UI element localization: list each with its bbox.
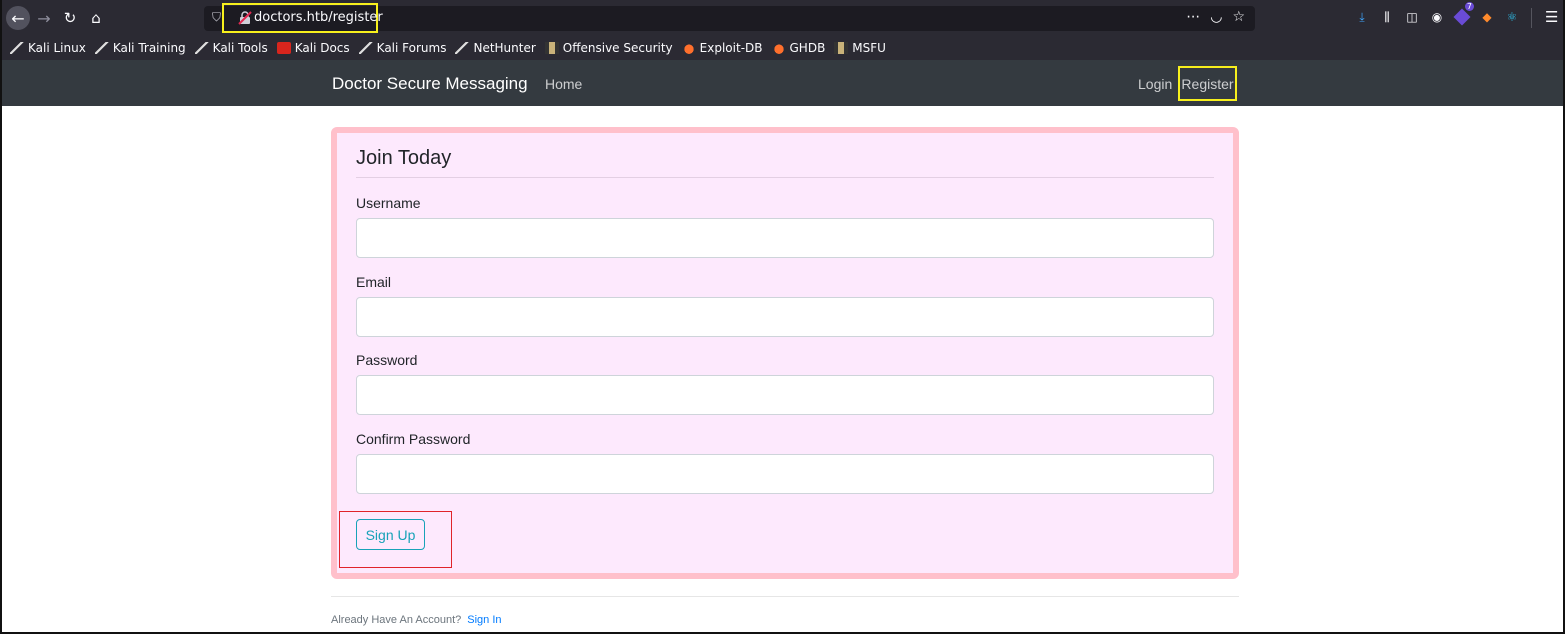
offsec-icon xyxy=(544,42,559,54)
kali-dragon-icon xyxy=(455,42,470,54)
bookmark-kali-training[interactable]: Kali Training xyxy=(94,41,186,55)
footer: Already Have An Account? Sign In xyxy=(331,614,502,626)
insecure-lock-icon[interactable] xyxy=(238,11,252,25)
bookmark-kali-linux[interactable]: Kali Linux xyxy=(10,41,86,55)
offsec-icon xyxy=(834,42,849,54)
kali-dragon-icon xyxy=(10,42,24,54)
confirm-password-input[interactable] xyxy=(356,454,1214,494)
nav-login-link[interactable]: Login xyxy=(1138,76,1172,92)
browser-toolbar: ← → ↻ ⌂ ⛉ doctors.htb/register ⋯ ◡ ☆ ⤓ ⫼… xyxy=(0,0,1565,36)
react-extension-icon[interactable]: ⚛ xyxy=(1504,9,1520,25)
bookmark-kali-forums[interactable]: Kali Forums xyxy=(358,41,446,55)
kali-dragon-icon xyxy=(94,42,109,54)
nav-register-link[interactable]: Register xyxy=(1178,66,1237,101)
bookmark-nethunter[interactable]: NetHunter xyxy=(455,41,536,55)
extension-badge: 7 xyxy=(1464,2,1474,11)
toolbar-icons: ⤓ ⫼ ◫ ◉ 7 ◆ ⚛ xyxy=(1354,2,1520,26)
nav-home-link[interactable]: Home xyxy=(545,76,582,92)
username-input[interactable] xyxy=(356,218,1214,258)
kali-docs-icon xyxy=(276,42,291,54)
sign-in-link[interactable]: Sign In xyxy=(467,614,501,626)
url-bar[interactable]: ⛉ doctors.htb/register ⋯ ◡ ☆ xyxy=(204,3,1255,33)
username-label: Username xyxy=(356,195,421,211)
form-title: Join Today xyxy=(356,147,452,169)
password-input[interactable] xyxy=(356,375,1214,415)
back-arrow-icon[interactable]: ← xyxy=(6,6,30,30)
more-icon[interactable]: ⋯ xyxy=(1186,9,1200,25)
email-label: Email xyxy=(356,274,392,290)
exploit-db-icon xyxy=(771,42,786,54)
site-brand[interactable]: Doctor Secure Messaging xyxy=(332,74,528,94)
account-icon[interactable]: ◉ xyxy=(1429,9,1445,25)
fox-extension-icon[interactable]: ◆ xyxy=(1479,9,1495,25)
home-icon[interactable]: ⌂ xyxy=(84,6,108,30)
site-navbar: Doctor Secure Messaging Home Login Regis… xyxy=(0,60,1565,106)
password-label: Password xyxy=(356,352,418,368)
footer-divider xyxy=(331,596,1239,597)
hamburger-menu-icon[interactable]: ☰ xyxy=(1545,8,1558,26)
reload-icon[interactable]: ↻ xyxy=(58,6,82,30)
url-actions: ⋯ ◡ ☆ xyxy=(1186,9,1245,25)
toolbar-separator xyxy=(1531,8,1532,28)
extension-icon[interactable]: 7 xyxy=(1453,2,1474,26)
kali-dragon-icon xyxy=(194,42,209,54)
download-icon[interactable]: ⤓ xyxy=(1354,9,1370,25)
library-icon[interactable]: ⫼ xyxy=(1379,9,1395,25)
bookmark-kali-tools[interactable]: Kali Tools xyxy=(194,41,268,55)
bookmark-exploit-db[interactable]: Exploit-DB xyxy=(681,41,763,55)
star-icon[interactable]: ☆ xyxy=(1232,9,1245,25)
exploit-db-icon xyxy=(681,42,696,54)
forward-arrow-icon[interactable]: → xyxy=(32,6,56,30)
register-card: Join Today Username Email Password Confi… xyxy=(331,127,1239,579)
bookmark-kali-docs[interactable]: Kali Docs xyxy=(276,41,350,55)
bookmarks-bar: Kali Linux Kali Training Kali Tools Kali… xyxy=(0,36,1565,60)
bookmark-offensive-security[interactable]: Offensive Security xyxy=(544,41,673,55)
sign-up-button[interactable]: Sign Up xyxy=(356,519,425,550)
pocket-icon[interactable]: ◡ xyxy=(1210,9,1222,25)
url-text[interactable]: doctors.htb/register xyxy=(254,10,383,25)
footer-text: Already Have An Account? xyxy=(331,614,462,626)
title-divider xyxy=(356,177,1214,178)
bookmark-msfu[interactable]: MSFU xyxy=(834,41,886,55)
email-input[interactable] xyxy=(356,297,1214,337)
sidebar-icon[interactable]: ◫ xyxy=(1404,9,1420,25)
kali-dragon-icon xyxy=(358,42,373,54)
bookmark-ghdb[interactable]: GHDB xyxy=(771,41,825,55)
confirm-password-label: Confirm Password xyxy=(356,431,471,447)
shield-icon[interactable]: ⛉ xyxy=(212,10,221,25)
